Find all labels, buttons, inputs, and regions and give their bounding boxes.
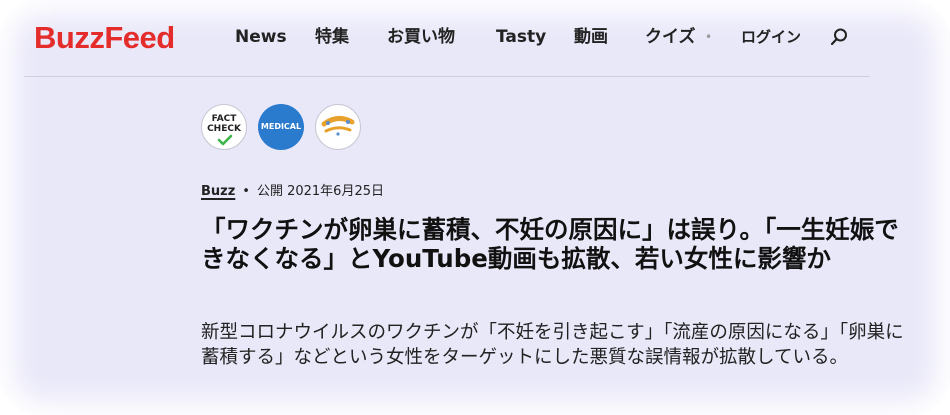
article-meta: Buzz • 公開 2021年6月25日	[201, 183, 384, 201]
article-description: 新型コロナウイルスのワクチンが「不妊を引き起こす」「流産の原因になる」「卵巣に蓄…	[201, 322, 904, 368]
nav-tasty[interactable]: Tasty	[496, 26, 546, 48]
fact-check-label-line2: CHECK	[207, 124, 241, 134]
checkmark-icon	[217, 134, 233, 146]
nav-shopping[interactable]: お買い物	[387, 26, 455, 48]
article-title: 「ワクチンが卵巣に蓄積、不妊の原因に」は誤り。「一生妊娠できなくなる」とYouT…	[201, 215, 899, 273]
more-menu-dot[interactable]: •	[705, 29, 712, 45]
fact-check-badge[interactable]: FACT CHECK	[201, 104, 247, 150]
nav-features[interactable]: 特集	[315, 26, 349, 48]
search-icon[interactable]	[829, 27, 849, 47]
page-frame: BuzzFeed News 特集 お買い物 Tasty 動画 クイズ • ログイ…	[0, 0, 950, 415]
published-date: 公開 2021年6月25日	[256, 184, 384, 199]
category-link[interactable]: Buzz	[201, 184, 235, 199]
fact-check-label-line1: FACT	[211, 114, 237, 124]
nav-video[interactable]: 動画	[574, 26, 608, 48]
buzzfeed-logo[interactable]: BuzzFeed	[34, 20, 175, 56]
login-link[interactable]: ログイン	[741, 26, 801, 48]
meta-separator: •	[242, 184, 250, 199]
nav-quiz[interactable]: クイズ	[645, 26, 696, 48]
header-divider	[24, 76, 870, 77]
medical-badge[interactable]: MEDICAL	[258, 104, 304, 150]
nav-news[interactable]: News	[235, 26, 287, 48]
cov-navi-badge[interactable]	[315, 104, 361, 150]
cov-navi-logo-icon	[321, 116, 355, 136]
medical-label: MEDICAL	[260, 122, 302, 131]
